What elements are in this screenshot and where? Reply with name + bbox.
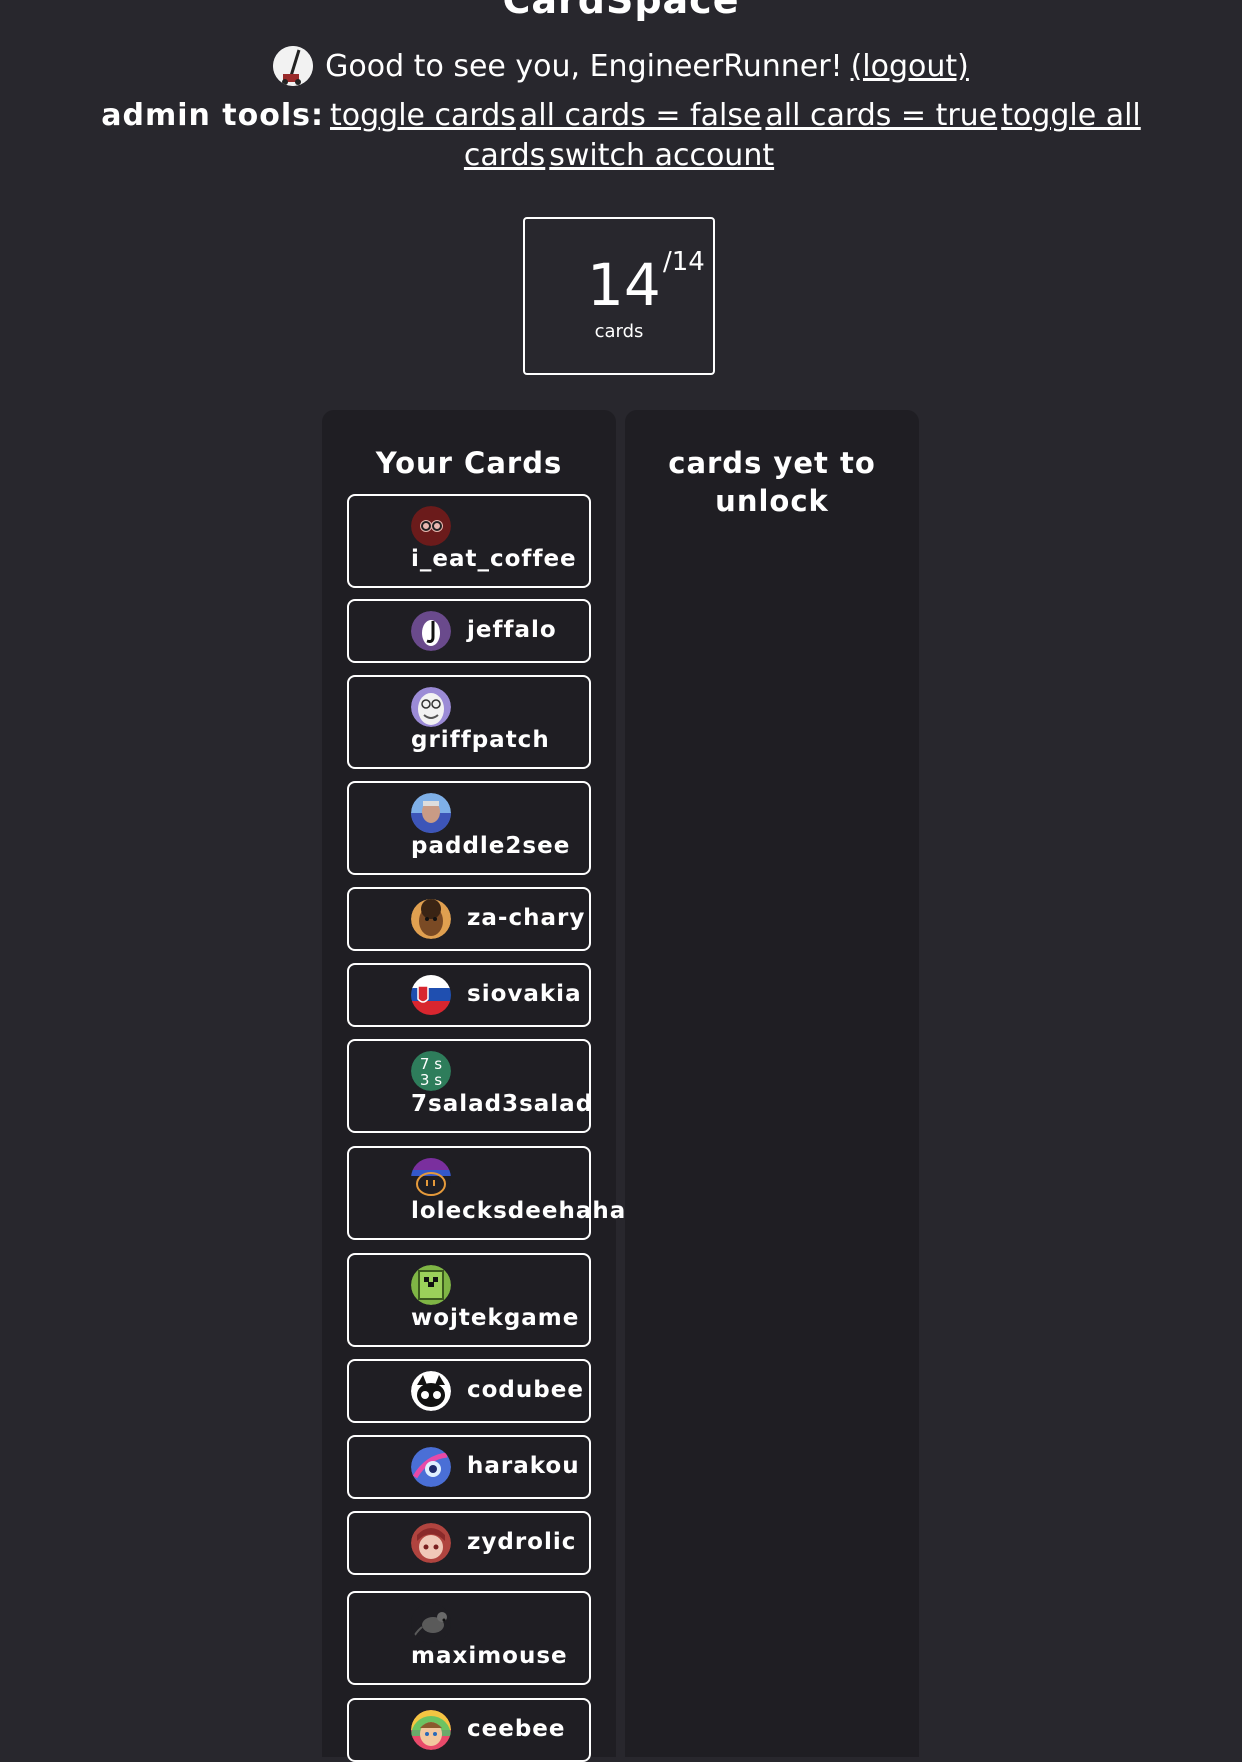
card-za-chary[interactable]: za-chary [347,887,591,951]
card-avatar [411,1710,451,1750]
all-cards-true-link[interactable]: all cards = true [765,98,997,133]
svg-text:3 s: 3 s [420,1071,442,1089]
card-7salad3salad[interactable]: 7 s3 s 7salad3salad [347,1039,594,1133]
card-wojtekgame[interactable]: wojtekgame [347,1253,591,1347]
card-avatar [411,793,451,833]
card-counter: 14 /14 cards [523,217,715,375]
card-maximouse[interactable]: maximouse [347,1591,591,1685]
card-name: maximouse [411,1643,568,1669]
logout-link[interactable]: (logout) [851,49,969,84]
your-cards-title: Your Cards [375,446,563,480]
card-harakou[interactable]: harakou [347,1435,591,1499]
card-avatar [411,506,451,546]
card-name: codubee [467,1377,584,1403]
card-avatar [411,1371,451,1411]
card-name: zydrolic [467,1529,577,1555]
all-cards-false-link[interactable]: all cards = false [520,98,762,133]
card-codubee[interactable]: codubee [347,1359,591,1423]
card-siovakia[interactable]: siovakia [347,963,591,1027]
greeting-bar: Good to see you, EngineerRunner! (logout… [0,46,1242,86]
card-name: ceebee [467,1716,566,1742]
card-avatar [411,899,451,939]
card-name: jeffalo [467,617,557,643]
user-avatar [273,46,314,86]
locked-cards-title: cards yet to unlock [668,446,876,518]
card-jeffalo[interactable]: jeffalo [347,599,591,663]
card-total: /14 [663,247,705,277]
card-name: harakou [467,1453,580,1479]
card-avatar: 7 s3 s [411,1051,451,1091]
card-count-unit: cards [594,321,644,342]
card-name: griffpatch [411,727,550,753]
card-i-eat-coffee[interactable]: i_eat_coffee [347,494,591,588]
site-title: CardSpace [502,0,740,22]
card-avatar [411,1158,451,1198]
locked-cards-panel: cards yet to unlock [625,410,919,1757]
card-avatar [411,1603,451,1643]
card-avatar [411,1265,451,1305]
card-avatar [411,1523,451,1563]
card-name: i_eat_coffee [411,546,577,572]
card-lolecksdeehaha[interactable]: lolecksdeehaha [347,1146,625,1240]
card-paddle2see[interactable]: paddle2see [347,781,591,875]
card-zydrolic[interactable]: zydrolic [347,1511,591,1575]
admin-tools: admin tools: toggle cards all cards = fals… [40,96,1202,176]
card-ceebee[interactable]: ceebee [347,1698,591,1762]
toggle-cards-link[interactable]: toggle cards [330,98,516,133]
admin-tools-label: admin tools: [101,98,324,133]
card-name: paddle2see [411,833,571,859]
card-avatar [411,687,451,727]
card-name: lolecksdeehaha [411,1198,627,1224]
card-avatar [411,975,451,1015]
card-griffpatch[interactable]: griffpatch [347,675,591,769]
switch-account-link[interactable]: switch account [549,138,774,173]
your-cards-panel: Your Cards i_eat_coffee jeffalo griffpat… [322,410,625,1762]
card-count: 14 [587,251,661,319]
card-name: 7salad3salad [411,1091,594,1117]
card-avatar [411,611,451,651]
greeting-text: Good to see you, EngineerRunner! [325,48,843,84]
card-name: siovakia [467,981,582,1007]
card-name: za-chary [467,905,586,931]
card-avatar [411,1447,451,1487]
card-name: wojtekgame [411,1305,580,1331]
